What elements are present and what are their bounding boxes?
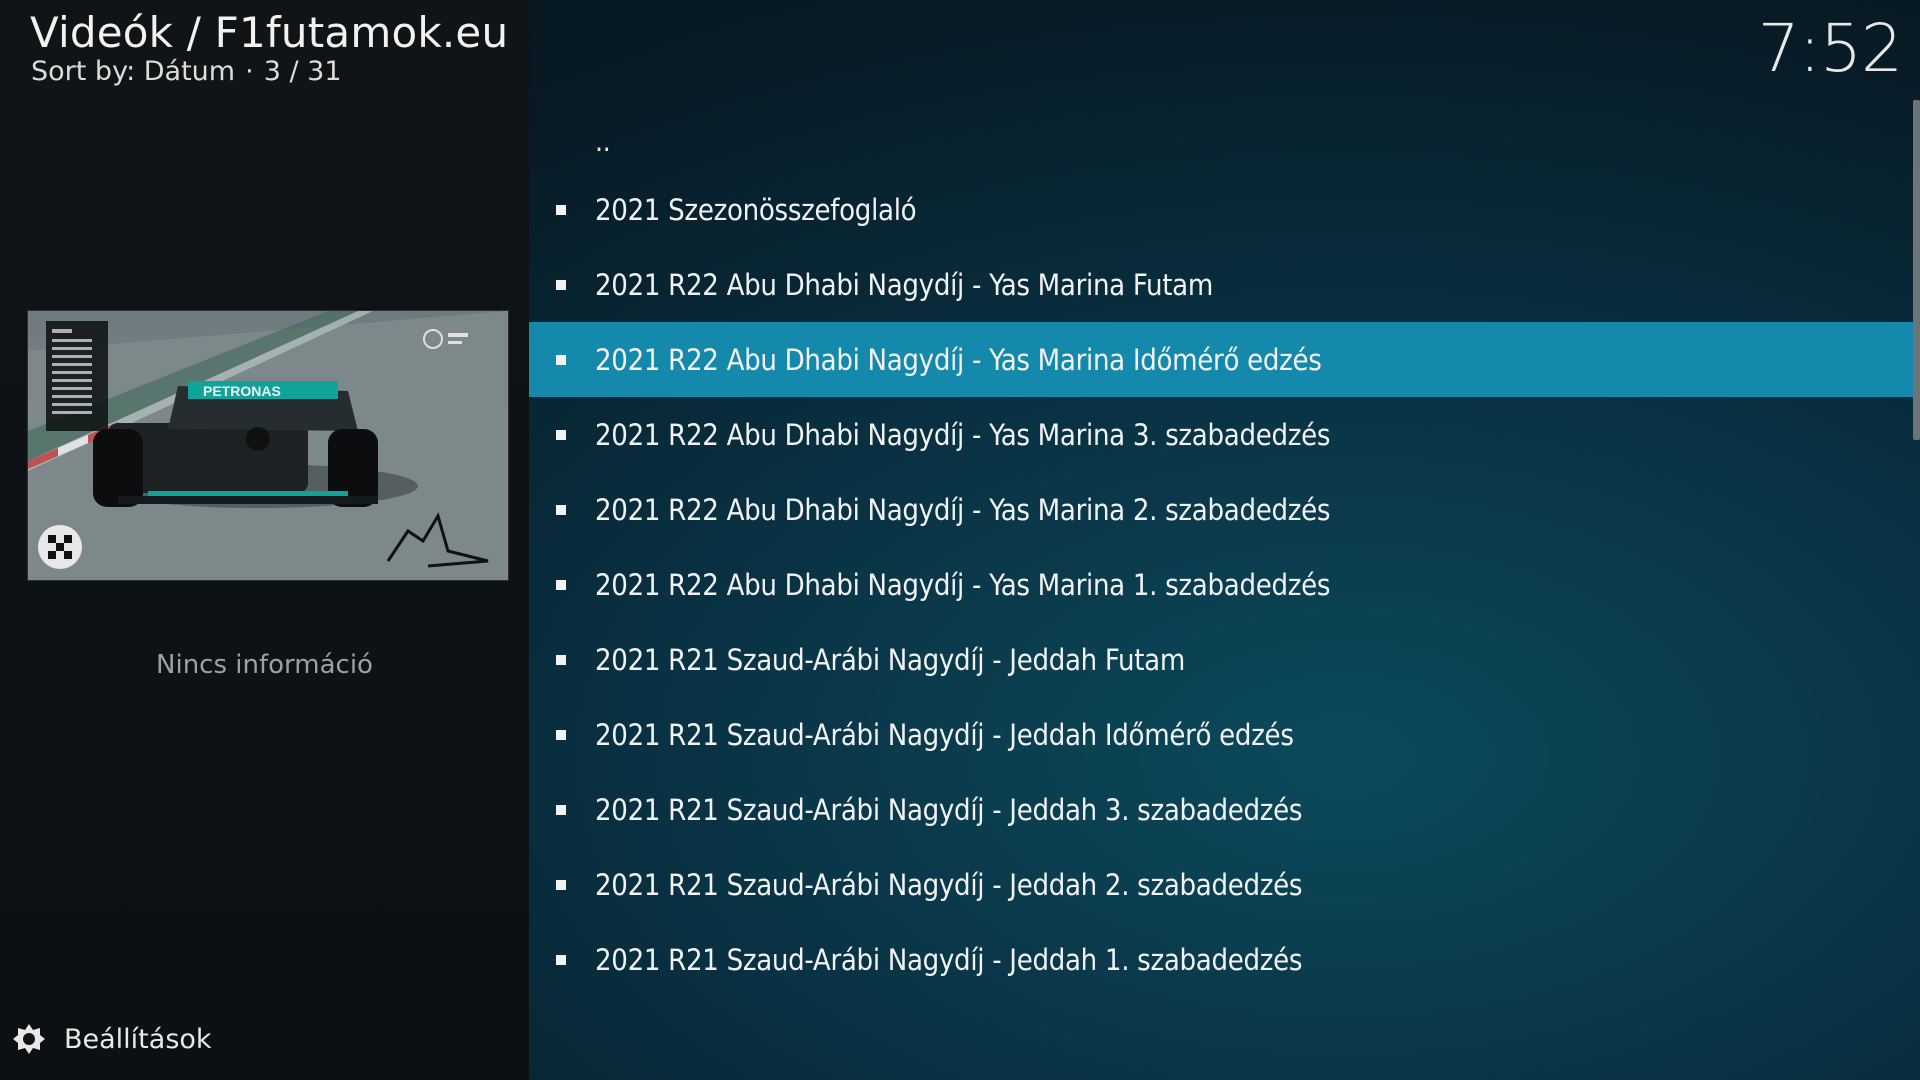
bullet-icon [556,504,566,515]
parent-folder-label: .. [595,124,611,158]
bullet-icon [556,654,566,665]
list-item-label: 2021 Szezonösszefoglaló [595,192,917,227]
bullet-icon [556,429,566,440]
sort-label[interactable]: Sort by: Dátum [31,56,235,87]
no-info-label: Nincs információ [156,650,373,680]
clock: 7:52 [1757,10,1903,87]
list-item-label: 2021 R22 Abu Dhabi Nagydíj - Yas Marina … [595,342,1322,377]
list-item-selected[interactable]: 2021 R22 Abu Dhabi Nagydíj - Yas Marina … [529,322,1917,397]
list-item-label: 2021 R22 Abu Dhabi Nagydíj - Yas Marina … [595,417,1331,452]
list-item-label: 2021 R21 Szaud-Arábi Nagydíj - Jeddah Id… [595,717,1294,752]
list-item-label: 2021 R21 Szaud-Arábi Nagydíj - Jeddah 2.… [595,867,1303,902]
car-livery-text: PETRONAS [203,383,281,399]
list-item-label: 2021 R21 Szaud-Arábi Nagydíj - Jeddah 1.… [595,942,1303,977]
bullet-icon [556,954,566,965]
sort-info: Sort by: Dátum · 3 / 31 [31,56,342,87]
settings-icon [13,1024,45,1054]
bullet-icon [556,729,566,740]
list-item[interactable]: 2021 R21 Szaud-Arábi Nagydíj - Jeddah 1.… [529,922,1917,997]
bullet-icon [556,879,566,890]
video-thumbnail: PETRONAS [27,310,509,581]
list-item-label: 2021 R22 Abu Dhabi Nagydíj - Yas Marina … [595,492,1331,527]
bullet-icon [556,579,566,590]
list-item[interactable]: 2021 R22 Abu Dhabi Nagydíj - Yas Marina … [529,472,1917,547]
list-item[interactable]: 2021 Szezonösszefoglaló [529,172,1917,247]
list-item[interactable]: 2021 R21 Szaud-Arábi Nagydíj - Jeddah Id… [529,697,1917,772]
separator: · [245,56,254,87]
scrollbar[interactable] [1913,100,1920,440]
bullet-icon [556,204,566,215]
item-position: 3 / 31 [263,56,342,87]
bullet-icon [556,279,566,290]
file-list: .. 2021 Szezonösszefoglaló 2021 R22 Abu D… [529,110,1917,997]
list-item-label: 2021 R21 Szaud-Arábi Nagydíj - Jeddah 3.… [595,792,1303,827]
bullet-icon [556,804,566,815]
checkered-flag-logo [38,525,82,569]
list-item[interactable]: 2021 R22 Abu Dhabi Nagydíj - Yas Marina … [529,547,1917,622]
list-item[interactable]: 2021 R22 Abu Dhabi Nagydíj - Yas Marina … [529,397,1917,472]
parent-folder-item[interactable]: .. [529,110,1917,172]
list-item-label: 2021 R21 Szaud-Arábi Nagydíj - Jeddah Fu… [595,642,1185,677]
breadcrumb: Videók / F1futamok.eu [30,8,509,57]
list-item[interactable]: 2021 R21 Szaud-Arábi Nagydíj - Jeddah 3.… [529,772,1917,847]
list-item-label: 2021 R22 Abu Dhabi Nagydíj - Yas Marina … [595,267,1213,302]
list-item[interactable]: 2021 R22 Abu Dhabi Nagydíj - Yas Marina … [529,247,1917,322]
list-item[interactable]: 2021 R21 Szaud-Arábi Nagydíj - Jeddah Fu… [529,622,1917,697]
list-item[interactable]: 2021 R21 Szaud-Arábi Nagydíj - Jeddah 2.… [529,847,1917,922]
settings-label: Beállítások [64,1023,212,1055]
list-item-label: 2021 R22 Abu Dhabi Nagydíj - Yas Marina … [595,567,1331,602]
settings-button[interactable]: Beállítások [12,1022,212,1056]
bullet-icon [556,354,566,365]
